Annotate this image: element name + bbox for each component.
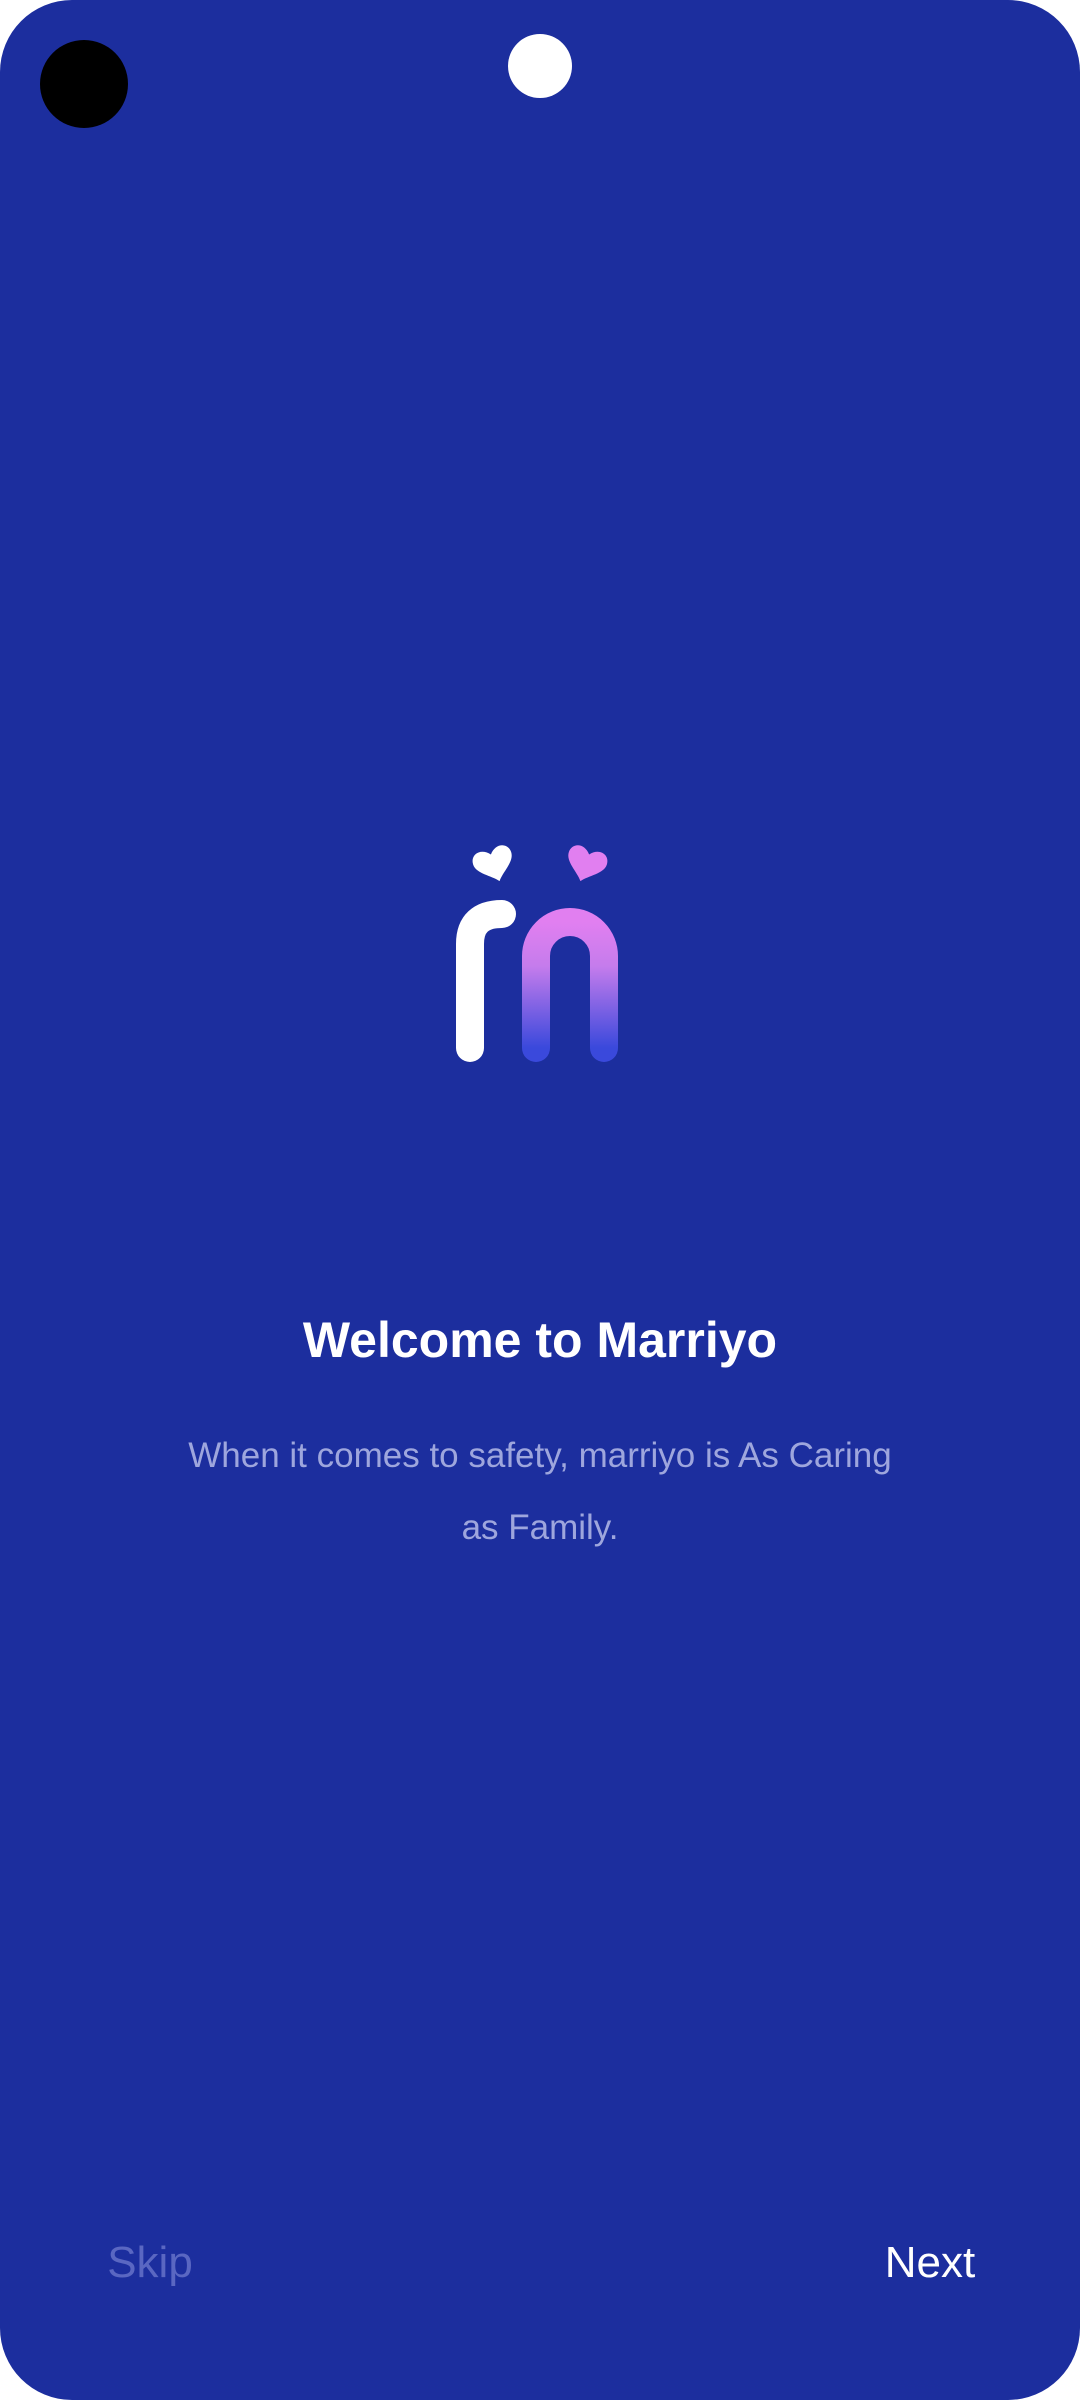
next-button[interactable]: Next [860,2230,1000,2296]
welcome-title: Welcome to Marriyo [302,1312,778,1368]
onboarding-screen: Welcome to Marriyo When it comes to safe… [0,0,1080,2400]
camera-cutout [40,40,128,128]
marriyo-logo-icon [440,836,640,1066]
skip-button[interactable]: Skip [80,2230,220,2296]
notch-indicator [508,34,572,98]
welcome-description: When it comes to safety, marriyo is As C… [188,1436,892,1547]
